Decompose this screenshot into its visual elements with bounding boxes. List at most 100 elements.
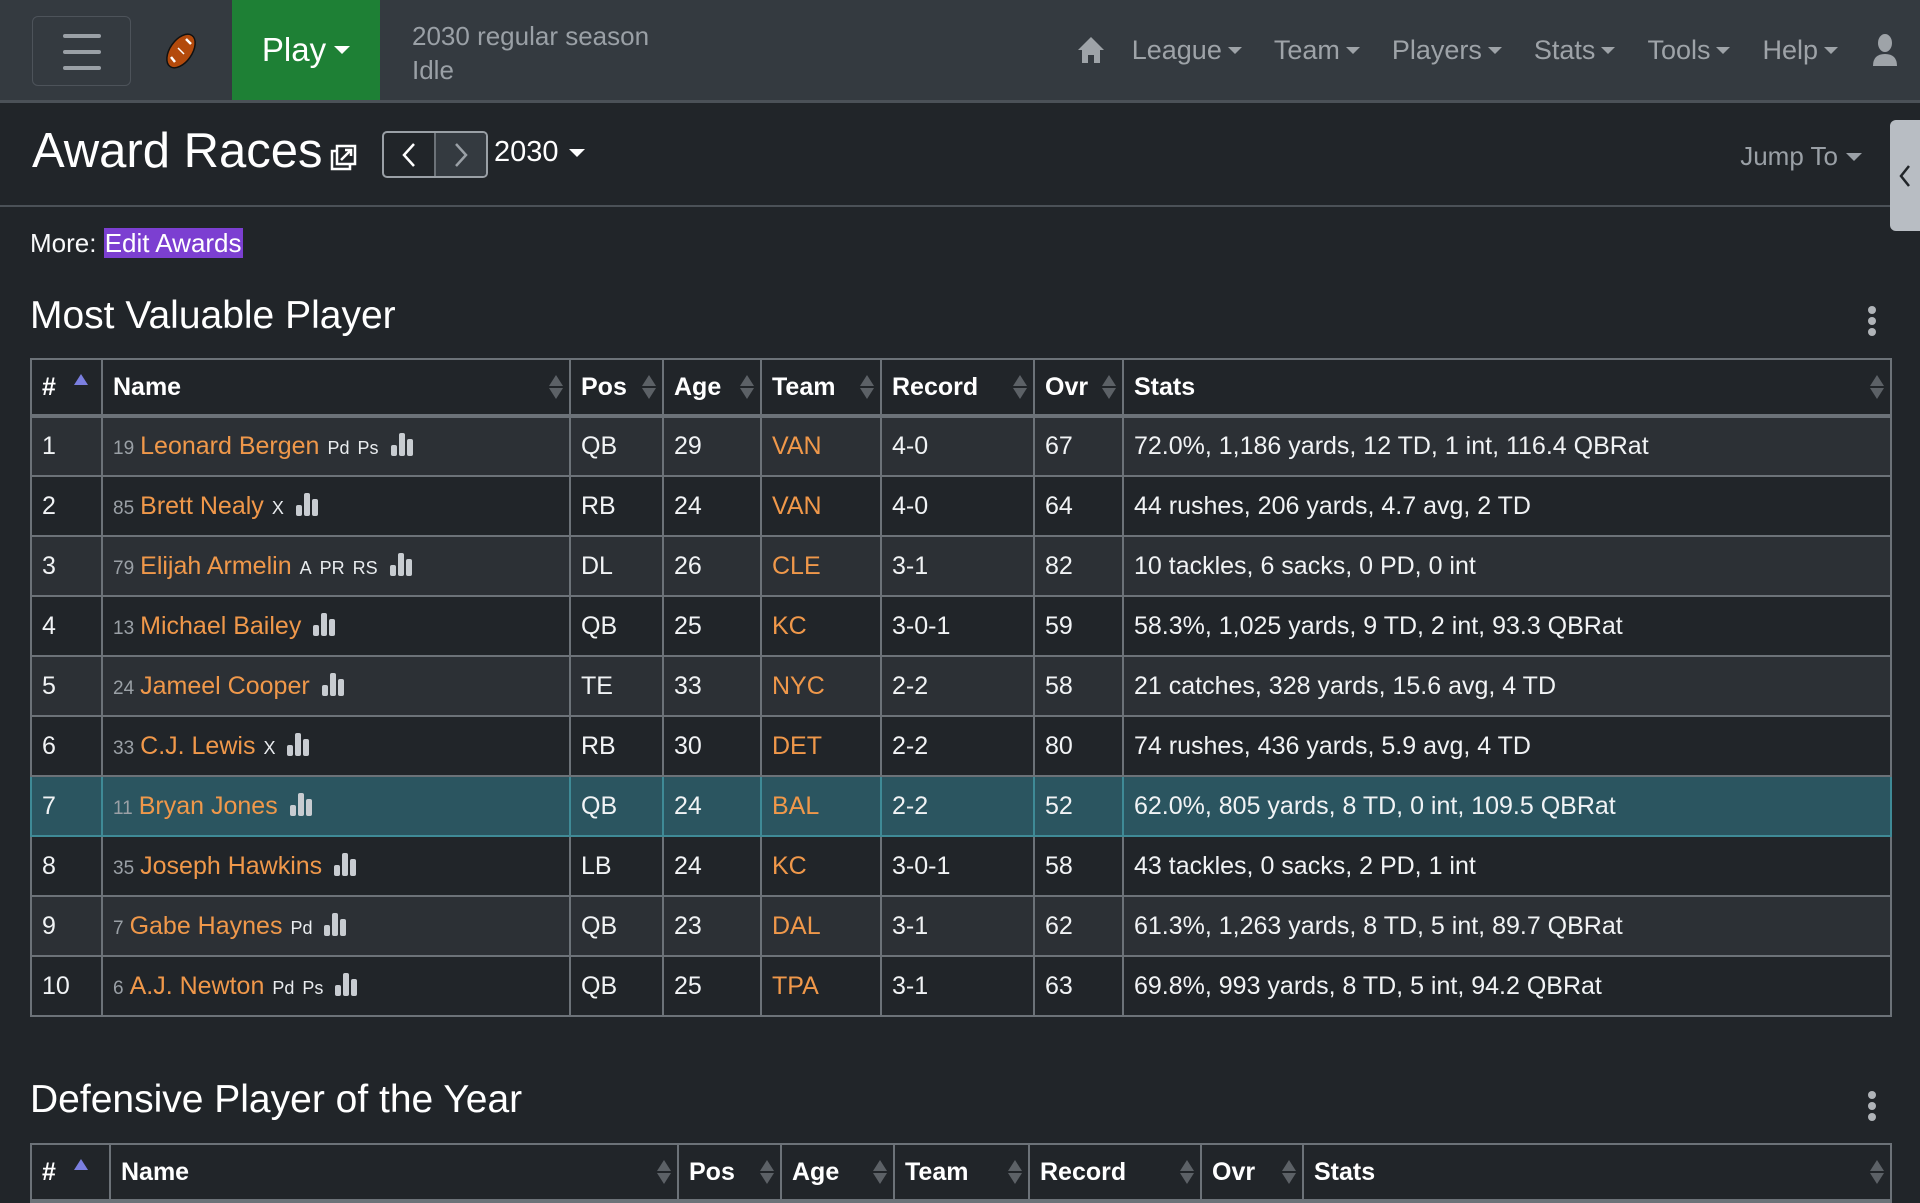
popout-icon[interactable] [330, 143, 358, 171]
jump-to-dropdown[interactable]: Jump To [1740, 141, 1862, 172]
bar-chart-icon[interactable] [388, 552, 414, 576]
skill-badge: X [271, 497, 284, 518]
stats-cell: 61.3%, 1,263 yards, 8 TD, 5 int, 89.7 QB… [1122, 895, 1892, 957]
team-cell: CLE [760, 535, 882, 597]
bar-chart-icon[interactable] [288, 792, 314, 816]
stats-cell: 21 catches, 328 yards, 15.6 avg, 4 TD [1122, 655, 1892, 717]
team-link[interactable]: VAN [772, 492, 822, 520]
ovr-cell: 64 [1033, 475, 1124, 537]
player-name-link[interactable]: Michael Bailey [140, 612, 301, 640]
age-cell: 26 [662, 535, 762, 597]
column-header-rank[interactable]: # [30, 358, 103, 417]
column-header-rank[interactable]: # [30, 1143, 111, 1202]
table-row: 2 85 Brett Nealy X RB 24 VAN 4-0 64 44 rushes, 20… [30, 475, 1892, 537]
season-dropdown[interactable]: 2030 [494, 136, 585, 169]
column-header-team[interactable]: Team [760, 358, 882, 417]
player-name-link[interactable]: Gabe Haynes [130, 912, 283, 940]
football-icon[interactable] [160, 30, 202, 72]
table-row: 8 35 Joseph Hawkins LB 24 KC 3-0-1 58 43 tackles… [30, 835, 1892, 897]
nav-tools[interactable]: Tools [1647, 35, 1731, 66]
bar-chart-icon[interactable] [333, 972, 359, 996]
bar-chart-icon[interactable] [294, 492, 320, 516]
team-link[interactable]: KC [772, 612, 807, 640]
player-name-link[interactable]: Bryan Jones [139, 792, 278, 820]
team-link[interactable]: TPA [772, 972, 819, 1000]
column-header-ovr[interactable]: Ovr [1200, 1143, 1304, 1202]
column-label: Pos [581, 372, 627, 401]
mvp-title: Most Valuable Player [30, 294, 396, 337]
rank-cell: 7 [30, 775, 103, 837]
sidebar-toggle-button[interactable] [1890, 120, 1920, 231]
column-header-name[interactable]: Name [109, 1143, 679, 1202]
edit-awards-link[interactable]: Edit Awards [103, 228, 243, 258]
column-header-name[interactable]: Name [101, 358, 571, 417]
sort-icon [1013, 375, 1027, 399]
column-header-stats[interactable]: Stats [1122, 358, 1892, 417]
game-status: 2030 regular season Idle [412, 19, 649, 87]
record-cell: 3-0-1 [880, 595, 1035, 657]
season-status: 2030 regular season [412, 21, 650, 51]
player-name-link[interactable]: Leonard Bergen [140, 432, 319, 460]
sort-icon [1870, 375, 1884, 399]
sort-up-icon [860, 375, 874, 386]
mvp-options-button[interactable] [1865, 306, 1879, 336]
season-pager [382, 131, 488, 178]
bar-chart-icon[interactable] [389, 432, 415, 456]
column-header-team[interactable]: Team [893, 1143, 1030, 1202]
next-season-button[interactable] [436, 133, 486, 176]
team-link[interactable]: CLE [772, 552, 821, 580]
age-cell: 30 [662, 715, 762, 777]
rank-cell: 2 [30, 475, 103, 537]
column-header-pos[interactable]: Pos [677, 1143, 782, 1202]
pos-cell: RB [569, 715, 664, 777]
bar-chart-icon[interactable] [332, 852, 358, 876]
column-header-age[interactable]: Age [662, 358, 762, 417]
sort-up-icon [642, 375, 656, 386]
name-cell: 85 Brett Nealy X [101, 475, 571, 537]
team-link[interactable]: DAL [772, 912, 821, 940]
previous-season-button[interactable] [384, 133, 436, 176]
player-name-link[interactable]: A.J. Newton [130, 972, 265, 1000]
dpoy-options-button[interactable] [1865, 1091, 1879, 1121]
team-link[interactable]: DET [772, 732, 822, 760]
rank-cell: 3 [30, 535, 103, 597]
pos-cell: QB [569, 775, 664, 837]
ovr-cell: 58 [1033, 655, 1124, 717]
bar-chart-icon[interactable] [285, 732, 311, 756]
bar-chart-icon[interactable] [311, 612, 337, 636]
mvp-table: # Name Pos Age Team Record Ovr Stats 1 19 Leonard… [30, 358, 1892, 1017]
column-header-stats[interactable]: Stats [1302, 1143, 1892, 1202]
nav-players[interactable]: Players [1392, 35, 1502, 66]
team-link[interactable]: VAN [772, 432, 822, 460]
bar-chart-icon[interactable] [320, 672, 346, 696]
play-menu-button[interactable]: Play [232, 0, 380, 100]
stats-cell: 43 tackles, 0 sacks, 2 PD, 1 int [1122, 835, 1892, 897]
nav-team[interactable]: Team [1274, 35, 1360, 66]
nav-league-label: League [1131, 34, 1222, 65]
home-icon[interactable] [1076, 35, 1106, 65]
column-header-record[interactable]: Record [880, 358, 1035, 417]
age-cell: 24 [662, 775, 762, 837]
sim-status: Idle [412, 55, 454, 85]
bar-chart-icon[interactable] [322, 912, 348, 936]
player-name-link[interactable]: Elijah Armelin [140, 552, 291, 580]
player-name-link[interactable]: Jameel Cooper [140, 672, 310, 700]
sort-down-icon [740, 388, 754, 399]
team-link[interactable]: BAL [772, 792, 819, 820]
user-icon[interactable] [1870, 33, 1900, 67]
team-link[interactable]: NYC [772, 672, 825, 700]
player-name-link[interactable]: Joseph Hawkins [140, 852, 322, 880]
nav-stats[interactable]: Stats [1534, 35, 1616, 66]
kebab-icon-dot [1868, 1113, 1876, 1121]
menu-toggle-button[interactable] [32, 16, 131, 86]
team-link[interactable]: KC [772, 852, 807, 880]
column-header-ovr[interactable]: Ovr [1033, 358, 1124, 417]
column-header-record[interactable]: Record [1028, 1143, 1202, 1202]
player-name-link[interactable]: Brett Nealy [140, 492, 264, 520]
nav-help[interactable]: Help [1762, 35, 1838, 66]
column-header-age[interactable]: Age [780, 1143, 895, 1202]
player-name-link[interactable]: C.J. Lewis [140, 732, 255, 760]
nav-help-label: Help [1762, 34, 1818, 65]
nav-league[interactable]: League [1132, 35, 1242, 66]
column-header-pos[interactable]: Pos [569, 358, 664, 417]
